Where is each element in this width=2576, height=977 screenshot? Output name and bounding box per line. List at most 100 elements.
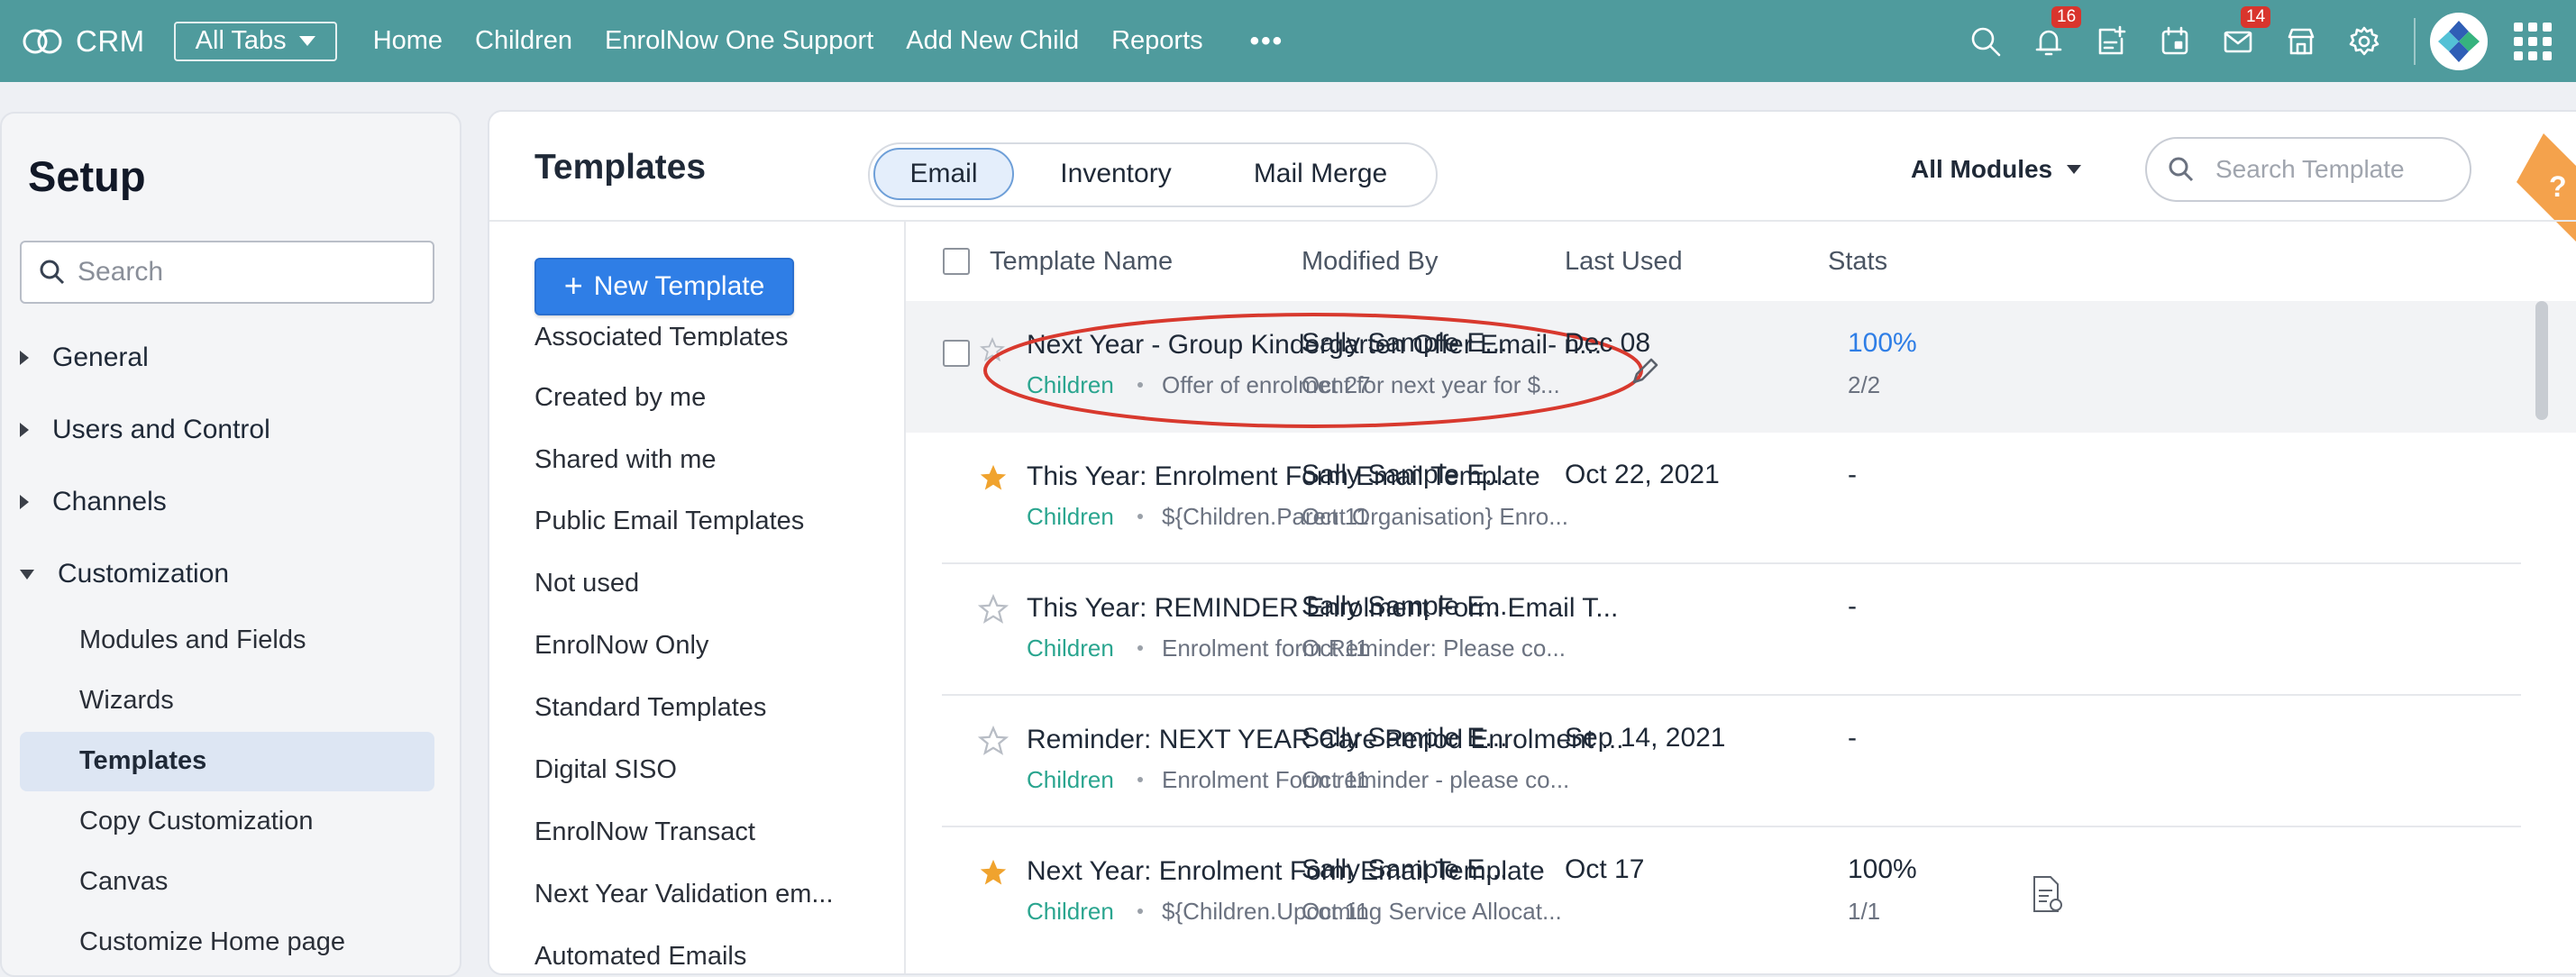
- document-stats-icon[interactable]: [2029, 874, 2065, 914]
- new-template-button[interactable]: + New Template: [534, 258, 794, 315]
- filter-next-year-validation[interactable]: Next Year Validation em...: [534, 880, 834, 909]
- stat-count: 1/1: [1848, 898, 1881, 925]
- nav-home[interactable]: Home: [357, 26, 459, 57]
- app-launcher-icon[interactable]: [2511, 20, 2554, 63]
- search-button[interactable]: [1954, 0, 2017, 82]
- filter-not-used[interactable]: Not used: [534, 569, 639, 598]
- filter-shared-with-me[interactable]: Shared with me: [534, 445, 717, 475]
- modified-date: Oct 11: [1302, 766, 1369, 793]
- column-template-name[interactable]: Template Name: [990, 247, 1173, 277]
- section-users-and-control[interactable]: Users and Control: [20, 415, 270, 445]
- section-channels[interactable]: Channels: [20, 487, 167, 517]
- modified-by: Sally Sample E...: [1302, 723, 1508, 753]
- filter-enrolnow-only[interactable]: EnrolNow Only: [534, 631, 708, 661]
- last-used: Oct 22, 2021: [1565, 460, 1720, 489]
- chevron-right-icon: [20, 423, 29, 437]
- calendar-button[interactable]: [2143, 0, 2206, 82]
- user-avatar[interactable]: [2430, 12, 2488, 70]
- module-filter-dropdown[interactable]: All Modules: [1911, 155, 2082, 184]
- modified-by: Sally Sample E...: [1302, 854, 1508, 884]
- nav-add-new-child[interactable]: Add New Child: [890, 26, 1095, 57]
- module-filter-label: All Modules: [1911, 155, 2053, 183]
- settings-button[interactable]: [2333, 0, 2396, 82]
- modified-date: Oct 11: [1302, 503, 1369, 530]
- tab-email[interactable]: Email: [873, 148, 1014, 200]
- table-row[interactable]: Next Year - Group Kindergarten Offer Ema…: [906, 301, 2576, 433]
- column-modified-by[interactable]: Modified By: [1302, 247, 1439, 277]
- nav-enrolnow-support[interactable]: EnrolNow One Support: [589, 26, 890, 57]
- filter-standard-templates[interactable]: Standard Templates: [534, 693, 766, 723]
- open-rate-link[interactable]: 100%: [1848, 328, 1917, 359]
- section-label: Users and Control: [52, 415, 270, 444]
- template-search-input[interactable]: Search Template: [2145, 137, 2471, 202]
- column-last-used[interactable]: Last Used: [1565, 247, 1683, 277]
- add-note-button[interactable]: [2080, 0, 2143, 82]
- section-customization[interactable]: Customization: [20, 559, 229, 589]
- sidebar-item-canvas[interactable]: Canvas: [79, 867, 168, 897]
- mail-badge: 14: [2241, 6, 2271, 28]
- filter-automated-emails[interactable]: Automated Emails: [534, 942, 746, 972]
- template-module: Children: [1027, 635, 1114, 662]
- sidebar-item-modules-and-fields[interactable]: Modules and Fields: [79, 625, 306, 655]
- chevron-right-icon: [20, 495, 29, 509]
- gear-icon: [2349, 26, 2380, 55]
- mail-button[interactable]: 14: [2206, 0, 2271, 82]
- filter-public-email-templates[interactable]: Public Email Templates: [534, 507, 804, 536]
- modified-by: Sally Sample E...: [1302, 591, 1508, 621]
- section-label: General: [52, 342, 149, 372]
- modified-date: Oct 27: [1302, 371, 1371, 398]
- filter-created-by-me[interactable]: Created by me: [534, 383, 706, 413]
- setup-sidebar: Setup Search General Users and Control C…: [0, 112, 461, 977]
- top-utility-icons: 16 14: [1954, 0, 2576, 82]
- sidebar-item-customize-home-page[interactable]: Customize Home page: [79, 927, 345, 957]
- table-row[interactable]: This Year: REMINDER Enrolment Form Email…: [906, 564, 2576, 696]
- row-checkbox[interactable]: [943, 340, 970, 367]
- setup-search-input[interactable]: Search: [20, 241, 434, 304]
- tab-mail-merge[interactable]: Mail Merge: [1212, 148, 1429, 200]
- last-used: Sep 14, 2021: [1565, 723, 1726, 753]
- table-scrollbar[interactable]: [2535, 301, 2548, 420]
- table-row[interactable]: Next Year: Enrolment Form Email Template…: [906, 827, 2576, 959]
- sidebar-item-copy-customization[interactable]: Copy Customization: [79, 807, 314, 836]
- crm-logo[interactable]: CRM: [20, 24, 145, 59]
- all-tabs-dropdown[interactable]: All Tabs: [173, 21, 337, 61]
- tab-inventory[interactable]: Inventory: [1032, 148, 1200, 200]
- filter-associated-templates[interactable]: Associated Templates: [534, 323, 789, 346]
- separator-dot: [1137, 777, 1143, 782]
- sidebar-item-templates[interactable]: Templates: [79, 746, 206, 776]
- nav-children[interactable]: Children: [459, 26, 589, 57]
- edit-pencil-icon[interactable]: [1629, 355, 1661, 388]
- table-row[interactable]: This Year: Enrolment Form Email Template…: [906, 433, 2576, 564]
- chevron-down-icon: [298, 36, 315, 46]
- template-module: Children: [1027, 766, 1114, 793]
- notifications-badge: 16: [2051, 6, 2082, 28]
- marketplace-button[interactable]: [2270, 0, 2333, 82]
- stat-value: -: [1848, 591, 1857, 621]
- chevron-down-icon: [20, 569, 34, 580]
- search-icon: [2169, 157, 2194, 182]
- separator-dot: [1137, 909, 1143, 914]
- template-type-tabs: Email Inventory Mail Merge: [868, 142, 1438, 207]
- sidebar-item-wizards[interactable]: Wizards: [79, 686, 174, 716]
- last-used: Dec 08: [1565, 328, 1651, 358]
- star-filled-icon[interactable]: [978, 462, 1009, 493]
- star-filled-icon[interactable]: [978, 857, 1009, 888]
- table-header: Template Name Modified By Last Used Stat…: [906, 222, 2576, 301]
- store-icon: [2288, 28, 2315, 54]
- filter-digital-siso[interactable]: Digital SISO: [534, 755, 677, 785]
- table-row[interactable]: Reminder: NEXT YEAR Care Period Enrolmen…: [906, 696, 2576, 827]
- more-tabs-button[interactable]: •••: [1219, 26, 1315, 57]
- template-search-placeholder: Search Template: [2215, 155, 2405, 183]
- all-tabs-label: All Tabs: [195, 26, 287, 55]
- section-general[interactable]: General: [20, 342, 149, 373]
- stat-value: -: [1848, 460, 1857, 489]
- modified-date: Oct 11: [1302, 898, 1369, 925]
- nav-reports[interactable]: Reports: [1095, 26, 1219, 57]
- star-outline-icon[interactable]: [978, 594, 1009, 625]
- filter-enrolnow-transact[interactable]: EnrolNow Transact: [534, 817, 755, 847]
- column-stats[interactable]: Stats: [1828, 247, 1887, 277]
- notifications-button[interactable]: 16: [2017, 0, 2082, 82]
- chevron-down-icon: [2067, 165, 2082, 174]
- star-outline-icon[interactable]: [978, 726, 1009, 756]
- select-all-checkbox[interactable]: [943, 248, 970, 275]
